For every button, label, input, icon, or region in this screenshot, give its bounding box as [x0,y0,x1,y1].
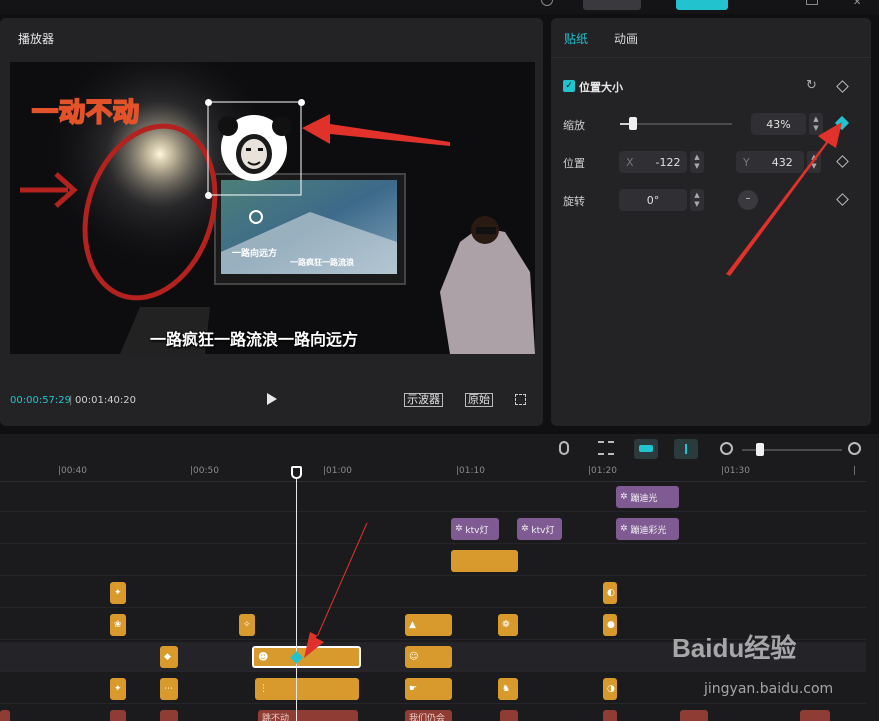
rotate-stepper[interactable]: ▲ ▼ [690,189,704,211]
text-clip[interactable] [0,710,10,721]
text-clip[interactable] [110,710,126,721]
x-axis-label: X [626,155,634,169]
rotate-handle-icon[interactable] [249,210,263,224]
total-time: 00:01:40:20 [75,395,137,406]
watermark-logo: Baidu经验 [672,633,797,663]
ruler-tick: | [853,466,857,476]
text-clip[interactable]: 我们仍会 [405,710,452,721]
watermark-url: jingyan.baidu.com [704,681,834,697]
sticker-clip[interactable]: ⋮ [255,678,359,700]
maximize-icon[interactable] [806,0,818,5]
split-preview-icon[interactable] [598,441,614,455]
sticker-clip[interactable]: ◐ [603,582,617,604]
play-icon[interactable] [267,393,277,405]
text-clip[interactable] [603,710,617,721]
section-title: 位置大小 [579,81,623,94]
resize-handle-tl[interactable] [205,99,212,106]
zoom-out-icon[interactable] [720,442,733,455]
export-button[interactable] [676,0,728,10]
reset-icon[interactable]: ↻ [806,78,817,93]
microphone-icon[interactable] [559,441,569,455]
close-icon[interactable]: ✕ [853,0,861,8]
shortcut-button[interactable] [583,0,641,10]
track-row [0,514,866,544]
ruler-tick: |01:30 [721,466,750,476]
zoom-slider-knob[interactable] [756,443,764,456]
sticker-clip[interactable]: ❀ [110,614,126,636]
ruler-tick: |01:00 [323,466,352,476]
sticker-clip[interactable]: ✦ [110,678,126,700]
effect-clip[interactable]: ✲ 蹦迪彩光 [616,518,679,540]
window-top-strip [0,0,879,14]
ruler-tick: |01:20 [588,466,617,476]
current-time: 00:00:57:29 [10,395,72,406]
sticker-clip[interactable]: ◑ [603,678,617,700]
ruler-tick: |00:50 [190,466,219,476]
ruler-tick: |00:40 [58,466,87,476]
position-x-stepper[interactable]: ▲ ▼ [690,151,704,173]
fullscreen-icon[interactable] [515,394,526,405]
sticker-clip[interactable]: ✧ [239,614,255,636]
sticker-clip[interactable]: ▲ [405,614,452,636]
text-clip[interactable] [800,710,830,721]
screen-text-1: 一路向远方 [232,249,278,259]
video-subtitle: 一路疯狂一路流浪一路向远方 [150,330,359,349]
scale-slider-fill [620,123,629,125]
linkage-toggle[interactable] [674,439,698,459]
sticker-clip[interactable]: ✦ [110,582,126,604]
tab-sticker[interactable]: 贴纸 [564,30,588,47]
annotation-arrow-timeline [304,522,368,658]
ruler-tick: |01:10 [456,466,485,476]
text-clip[interactable]: 跳不动 [258,710,358,721]
linkage-icon [685,444,687,454]
time-separator: | [69,395,73,406]
effect-clip[interactable]: ✲ 蹦迪光 [616,486,679,508]
sticker-clip[interactable]: ❁ [498,614,518,636]
position-size-checkbox[interactable]: ✓ [563,80,575,92]
track-row [0,482,866,512]
resize-handle-bl[interactable] [205,192,212,199]
auto-snap-toggle[interactable] [634,439,658,459]
text-clip[interactable] [680,710,708,721]
annotation-arrow-keyframe [726,122,842,276]
sticker-clip[interactable]: ● [603,614,617,636]
position-label: 位置 [563,157,585,170]
text-clip[interactable] [500,710,518,721]
text-clip[interactable] [160,710,178,721]
properties-tabs [551,18,871,58]
panda-sticker-icon: ☻ [258,651,269,663]
playhead-handle[interactable] [291,466,302,479]
sticker-clip[interactable]: ☛ [405,678,452,700]
sticker-clip[interactable]: ⋯ [160,678,178,700]
video-preview[interactable]: 一动不动 一路向远方 一路疯狂一路流浪 一路疯狂一路流浪一路向远方 [10,62,535,354]
position-x-value: -122 [655,155,681,169]
resize-handle-tr[interactable] [298,99,305,106]
effect-clip[interactable]: ✲ ktv灯 [451,518,499,540]
waveform-button[interactable]: 示波器 [404,393,443,407]
zoom-in-icon[interactable] [848,442,861,455]
sticker-clip[interactable]: ☺ [405,646,452,668]
scale-slider-knob[interactable] [628,117,637,130]
rotate-label: 旋转 [563,195,585,208]
screen-text-2: 一路疯狂一路流浪 [290,258,354,267]
overlay-title-text: 一动不动 [31,97,141,129]
track-row [0,546,866,576]
player-title: 播放器 [18,32,55,46]
sticker-clip[interactable]: ♞ [498,678,518,700]
rotate-input[interactable]: 0° [619,189,687,211]
sticker-clip[interactable] [451,550,518,572]
snap-icon [639,445,653,452]
scale-label: 缩放 [563,119,585,132]
sticker-clip[interactable]: ◆ [160,646,178,668]
position-x-field[interactable]: X -122 [619,151,687,173]
effect-clip[interactable]: ✲ ktv灯 [517,518,562,540]
original-ratio-button[interactable]: 原始 [465,393,493,407]
tab-animation[interactable]: 动画 [614,30,638,47]
track-row [0,578,866,608]
